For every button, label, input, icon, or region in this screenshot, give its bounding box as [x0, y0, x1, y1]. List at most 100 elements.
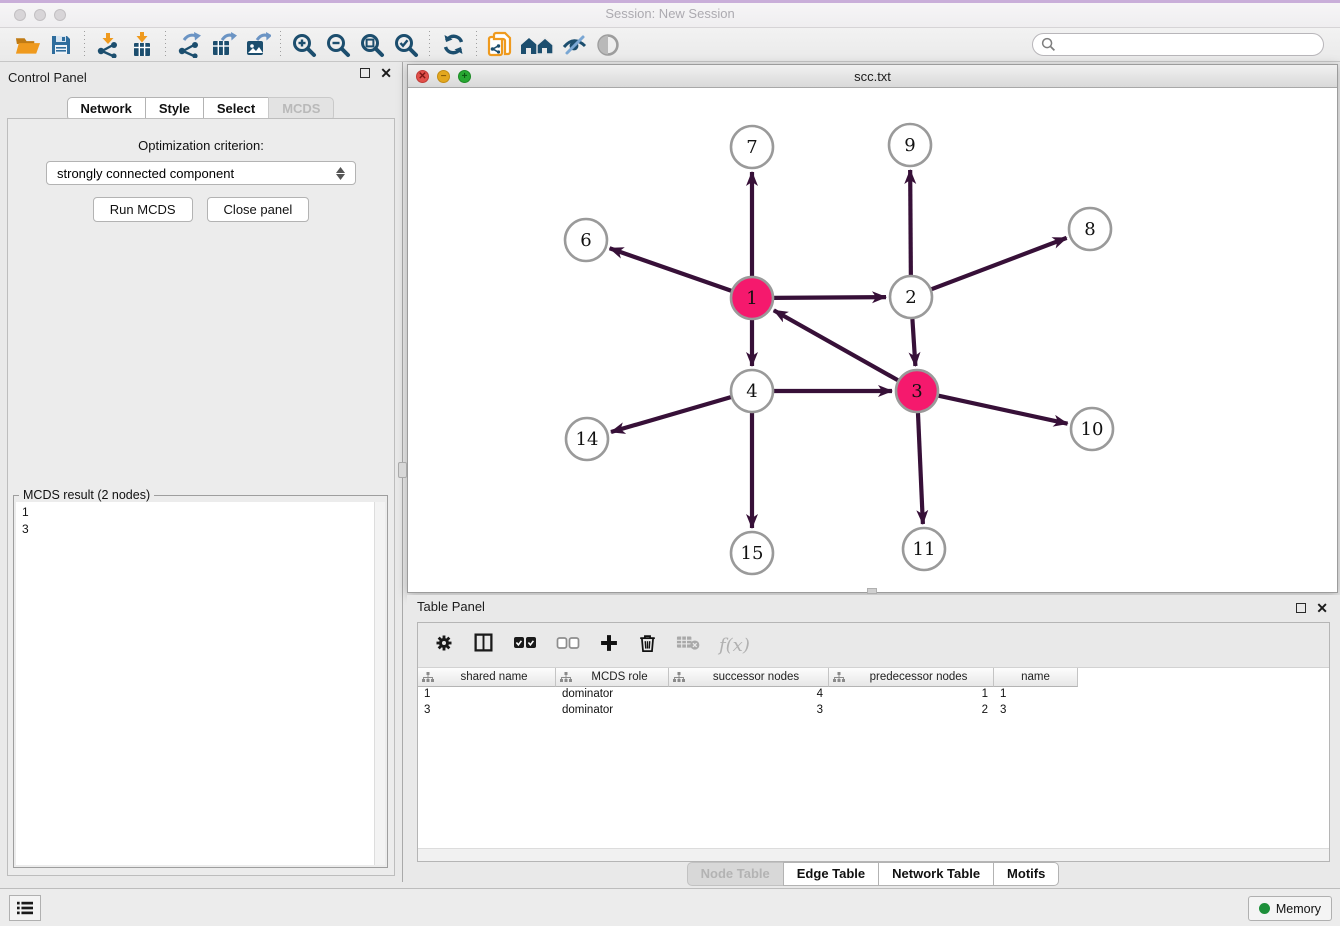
export-network-icon[interactable] [172, 30, 206, 60]
network-minimize-icon[interactable]: − [437, 70, 450, 83]
close-table-panel-icon[interactable]: ✕ [1316, 603, 1328, 613]
zoom-selected-icon[interactable] [389, 30, 423, 60]
edge-3-10[interactable] [938, 396, 1067, 424]
float-panel-icon[interactable] [360, 68, 370, 78]
refresh-icon[interactable] [436, 30, 470, 60]
table-cell[interactable]: dominator [556, 703, 669, 719]
column-header-successor-nodes[interactable]: successor nodes [669, 668, 829, 687]
table-cell[interactable]: 3 [994, 703, 1078, 719]
zoom-out-icon[interactable] [321, 30, 355, 60]
zoom-in-icon[interactable] [287, 30, 321, 60]
deselect-all-icon[interactable] [556, 636, 580, 655]
memory-label: Memory [1276, 902, 1321, 916]
table-row[interactable]: 3dominator323 [418, 703, 1329, 719]
result-scrollbar[interactable] [374, 502, 385, 865]
svg-text:10: 10 [1081, 419, 1104, 440]
edge-1-6[interactable] [610, 248, 732, 290]
table-cell[interactable]: 1 [418, 687, 556, 703]
toolbar-separator [280, 31, 281, 59]
save-session-icon[interactable] [44, 30, 78, 60]
table-hscrollbar[interactable] [418, 848, 1329, 861]
export-image-icon[interactable] [240, 30, 274, 60]
network-window-titlebar[interactable]: ✕ − + scc.txt [408, 65, 1337, 88]
table-tab-edge-table[interactable]: Edge Table [783, 862, 879, 886]
criterion-select[interactable]: strongly connected component [46, 161, 356, 185]
graph-node-10[interactable]: 10 [1071, 408, 1113, 450]
hide-graphics-details-icon[interactable] [557, 30, 591, 60]
graph-node-6[interactable]: 6 [565, 219, 607, 261]
edge-3-11[interactable] [918, 413, 923, 524]
run-mcds-button[interactable]: Run MCDS [93, 197, 193, 222]
memory-button[interactable]: Memory [1248, 896, 1332, 921]
open-file-icon[interactable] [10, 30, 44, 60]
network-canvas[interactable]: 7 9 6 8 1 2 4 3 14 10 15 11 [408, 89, 1337, 592]
control-panel-title: Control Panel [8, 70, 87, 85]
column-header-name[interactable]: name [994, 668, 1078, 687]
export-table-icon[interactable] [206, 30, 240, 60]
edge-2-8[interactable] [932, 238, 1067, 289]
graph-node-2[interactable]: 2 [890, 276, 932, 318]
duplicate-network-icon[interactable] [483, 30, 517, 60]
svg-text:9: 9 [904, 135, 915, 156]
network-close-icon[interactable]: ✕ [416, 70, 429, 83]
table-tab-network-table[interactable]: Network Table [878, 862, 994, 886]
graph-node-1[interactable]: 1 [731, 277, 773, 319]
select-all-icon[interactable] [513, 636, 537, 655]
edge-4-14[interactable] [611, 397, 731, 432]
table-cell[interactable]: 3 [669, 703, 829, 719]
table-cell[interactable]: 1 [994, 687, 1078, 703]
graph-node-8[interactable]: 8 [1069, 208, 1111, 250]
svg-text:6: 6 [580, 230, 591, 251]
table-cell[interactable]: dominator [556, 687, 669, 703]
graph-node-4[interactable]: 4 [731, 370, 773, 412]
zoom-fit-icon[interactable] [355, 30, 389, 60]
import-table-icon[interactable] [125, 30, 159, 60]
table-tab-node-table[interactable]: Node Table [687, 862, 784, 886]
table-cell[interactable]: 3 [418, 703, 556, 719]
table-settings-icon[interactable] [434, 633, 454, 658]
graph-node-14[interactable]: 14 [566, 418, 608, 460]
show-columns-icon[interactable] [473, 632, 494, 658]
node-table-container: f(x) shared nameMCDS rolesuccessor nodes… [417, 622, 1330, 862]
add-row-icon[interactable] [599, 633, 619, 658]
home-apply-layout-icon[interactable] [517, 30, 557, 60]
task-history-button[interactable] [9, 895, 41, 921]
delete-row-icon[interactable] [638, 632, 657, 658]
table-tab-motifs[interactable]: Motifs [993, 862, 1059, 886]
column-header-shared-name[interactable]: shared name [418, 668, 556, 687]
table-cell[interactable]: 4 [669, 687, 829, 703]
table-cell[interactable]: 2 [829, 703, 994, 719]
function-builder-icon[interactable]: f(x) [719, 635, 750, 656]
svg-text:2: 2 [905, 287, 916, 308]
network-resize-handle[interactable] [867, 588, 877, 594]
graph-node-3[interactable]: 3 [896, 370, 938, 412]
edge-1-2[interactable] [774, 297, 886, 298]
search-box[interactable] [1032, 33, 1324, 56]
close-panel-button[interactable]: Close panel [207, 197, 310, 222]
splitter-handle[interactable] [398, 462, 407, 478]
graph-node-9[interactable]: 9 [889, 124, 931, 166]
mcds-result-area[interactable]: 1 3 [16, 502, 385, 865]
table-row[interactable]: 1dominator411 [418, 687, 1329, 703]
table-panel-title: Table Panel [417, 599, 485, 619]
float-table-panel-icon[interactable] [1296, 603, 1306, 613]
import-network-icon[interactable] [91, 30, 125, 60]
edge-3-1[interactable] [774, 310, 898, 380]
graph-node-7[interactable]: 7 [731, 126, 773, 168]
edge-2-9[interactable] [910, 170, 911, 275]
edge-2-3[interactable] [912, 319, 915, 366]
main-toolbar [0, 28, 1340, 62]
table-cell[interactable]: 1 [829, 687, 994, 703]
delete-table-icon[interactable] [676, 634, 700, 656]
svg-text:15: 15 [741, 543, 764, 564]
svg-text:1: 1 [746, 288, 757, 309]
network-maximize-icon[interactable]: + [458, 70, 471, 83]
graph-node-11[interactable]: 11 [903, 528, 945, 570]
column-header-predecessor-nodes[interactable]: predecessor nodes [829, 668, 994, 687]
mcds-result-title: MCDS result (2 nodes) [19, 488, 154, 502]
show-graphics-details-icon[interactable] [591, 30, 625, 60]
close-panel-icon[interactable]: ✕ [380, 68, 392, 78]
search-input[interactable] [1062, 38, 1315, 52]
graph-node-15[interactable]: 15 [731, 532, 773, 574]
column-header-MCDS-role[interactable]: MCDS role [556, 668, 669, 687]
